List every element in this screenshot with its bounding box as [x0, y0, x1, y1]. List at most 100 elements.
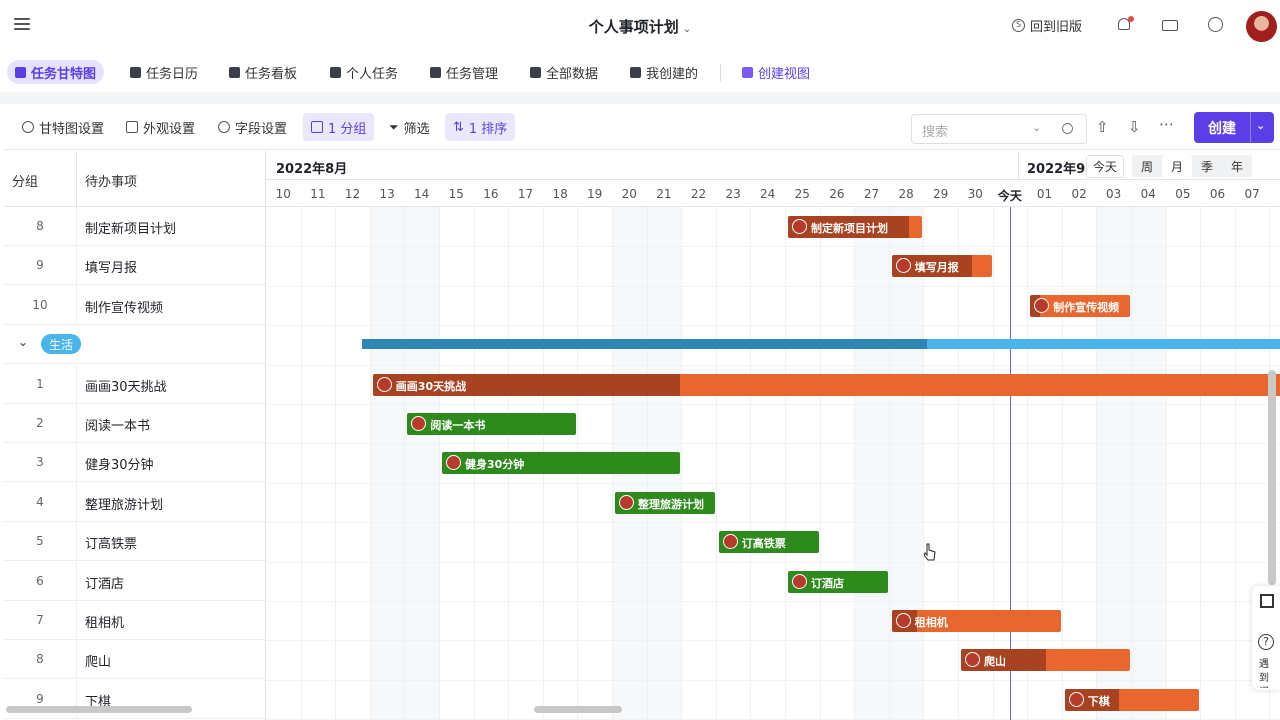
- create-button[interactable]: 创建 ⌄: [1194, 112, 1274, 143]
- scale-option[interactable]: 月: [1162, 155, 1193, 177]
- month-label: 2022年9: [1027, 158, 1090, 177]
- horizontal-scrollbar-chart[interactable]: [534, 706, 622, 713]
- app-title[interactable]: 个人事项计划 ⌄: [0, 16, 1280, 37]
- column-header-group[interactable]: 分组: [12, 171, 38, 190]
- briefcase-icon[interactable]: [1161, 16, 1179, 34]
- separator-band: [0, 92, 1280, 104]
- field-settings-button[interactable]: 字段设置: [210, 113, 295, 141]
- bar-label: 整理旅游计划: [638, 497, 704, 511]
- tab-view-0[interactable]: 任务甘特图: [7, 60, 105, 84]
- task-row[interactable]: 7 租相机: [4, 601, 265, 640]
- tab-view-2[interactable]: 任务看板: [221, 60, 305, 84]
- bar-label: 画画30天挑战: [395, 379, 467, 393]
- task-row[interactable]: 8 制定新项目计划: [4, 207, 265, 246]
- group-row[interactable]: ⌄ 生活: [4, 325, 265, 365]
- filter-button[interactable]: ⏷ 筛选: [381, 113, 438, 141]
- help-widget[interactable]: ? 遇到问题: [1252, 586, 1280, 690]
- sort-button[interactable]: ⇅ 1 排序: [445, 113, 516, 141]
- toolbar: 甘特图设置 外观设置 字段设置 1 分组 ⏷ 筛选 ⇅ 1 排序 搜索 ⌄ ⇧ ⇩ …: [4, 104, 1280, 150]
- tab-view-6[interactable]: 我创建的: [622, 60, 706, 84]
- group-icon: [311, 121, 323, 133]
- group-button[interactable]: 1 分组: [303, 113, 375, 141]
- horizontal-scrollbar-left[interactable]: [6, 706, 192, 713]
- gantt-bar[interactable]: 制作宣传视频: [1030, 294, 1130, 317]
- scale-option[interactable]: 季: [1192, 155, 1222, 177]
- weekend-shade: [369, 207, 405, 720]
- search-input[interactable]: 搜索 ⌄: [911, 114, 1087, 144]
- today-button[interactable]: 今天: [1086, 155, 1125, 178]
- gantt-bar[interactable]: 订酒店: [788, 570, 888, 593]
- task-row[interactable]: 6 订酒店: [4, 561, 265, 601]
- appearance-settings-button[interactable]: 外观设置: [118, 113, 203, 141]
- search-placeholder: 搜索: [922, 125, 949, 140]
- chevron-down-icon[interactable]: ⌄: [18, 335, 28, 349]
- group-tag: 生活: [41, 334, 82, 355]
- day-label: 今天: [997, 189, 1022, 203]
- bar-label: 租相机: [914, 616, 948, 629]
- day-label: 26: [829, 187, 845, 201]
- gantt-bar[interactable]: 阅读一本书: [407, 413, 577, 435]
- task-row[interactable]: 2 阅读一本书: [4, 404, 265, 443]
- gantt-bar[interactable]: 填写月报: [891, 255, 992, 278]
- day-label: 30: [967, 187, 983, 201]
- bar-label: 订酒店: [811, 576, 844, 590]
- task-row[interactable]: 10 制作宣传视频: [4, 285, 265, 325]
- assignee-avatar-icon: [1034, 297, 1050, 313]
- download-icon[interactable]: ⇩: [1128, 118, 1141, 136]
- day-label: 15: [448, 187, 464, 201]
- chevron-down-icon[interactable]: ⌄: [1256, 119, 1265, 132]
- chevron-down-icon[interactable]: ⌄: [1032, 121, 1041, 134]
- tab-view-5[interactable]: 全部数据: [522, 60, 606, 84]
- help-label: 遇到问题: [1259, 659, 1269, 688]
- day-gridline: [992, 207, 994, 720]
- task-name: 租相机: [85, 616, 125, 631]
- help-icon[interactable]: ?: [1258, 634, 1274, 650]
- task-row[interactable]: 5 订高铁票: [4, 522, 265, 562]
- bar-label: 制定新项目计划: [811, 222, 888, 235]
- view-icon: [15, 66, 26, 78]
- avatar[interactable]: [1246, 11, 1277, 42]
- day-label: 05: [1175, 187, 1191, 201]
- gantt-bar[interactable]: 制定新项目计划: [788, 216, 923, 238]
- vertical-scrollbar[interactable]: [1268, 370, 1276, 585]
- task-row[interactable]: 3 健身30分钟: [4, 443, 265, 483]
- task-name: 健身30分钟: [85, 458, 154, 474]
- back-to-old-version-button[interactable]: S 回到旧版: [1012, 16, 1082, 35]
- tab-label: 任务管理: [446, 66, 499, 82]
- gantt-bar[interactable]: 租相机: [891, 610, 1061, 632]
- gantt-bar[interactable]: 订高铁票: [718, 531, 819, 554]
- tab-create-view[interactable]: 创建视图: [734, 60, 818, 84]
- qr-code-icon[interactable]: [1260, 594, 1274, 608]
- day-gridline: [854, 207, 856, 720]
- task-name: 填写月报: [85, 261, 138, 277]
- day-label: 14: [414, 187, 430, 201]
- gantt-bar[interactable]: 画画30天挑战: [372, 373, 1280, 396]
- day-label: 19: [587, 187, 603, 201]
- gantt-bar[interactable]: 整理旅游计划: [615, 491, 715, 514]
- task-row[interactable]: 4 整理旅游计划: [4, 482, 265, 522]
- scale-option[interactable]: 年: [1222, 155, 1252, 177]
- task-row[interactable]: 1 画画30天挑战: [4, 364, 265, 404]
- task-row[interactable]: 8 爬山: [4, 640, 265, 680]
- upload-icon[interactable]: ⇧: [1096, 118, 1109, 136]
- chevron-down-icon: ⌄: [682, 24, 692, 35]
- view-icon: [229, 66, 240, 78]
- column-header-task[interactable]: 待办事项: [85, 171, 137, 190]
- tab-view-1[interactable]: 任务日历: [122, 60, 206, 84]
- day-label: 27: [863, 187, 880, 201]
- search-icon[interactable]: [1062, 123, 1073, 134]
- tab-view-4[interactable]: 任务管理: [422, 60, 506, 84]
- day-label: 03: [1106, 187, 1122, 201]
- gantt-bar[interactable]: 健身30分钟: [442, 452, 681, 475]
- scale-option[interactable]: 周: [1132, 155, 1162, 177]
- day-gridline: [888, 207, 890, 720]
- task-row[interactable]: 9 填写月报: [4, 246, 265, 286]
- more-icon[interactable]: ⋯: [1159, 115, 1174, 133]
- tab-view-3[interactable]: 个人任务: [322, 60, 406, 84]
- gantt-bar[interactable]: 下棋: [1064, 688, 1200, 711]
- bell-icon[interactable]: [1116, 16, 1134, 34]
- gantt-settings-button[interactable]: 甘特图设置: [14, 113, 112, 141]
- compass-icon[interactable]: [1207, 16, 1225, 34]
- gantt-bar[interactable]: 爬山: [961, 649, 1130, 672]
- group-summary-bar[interactable]: [361, 339, 928, 350]
